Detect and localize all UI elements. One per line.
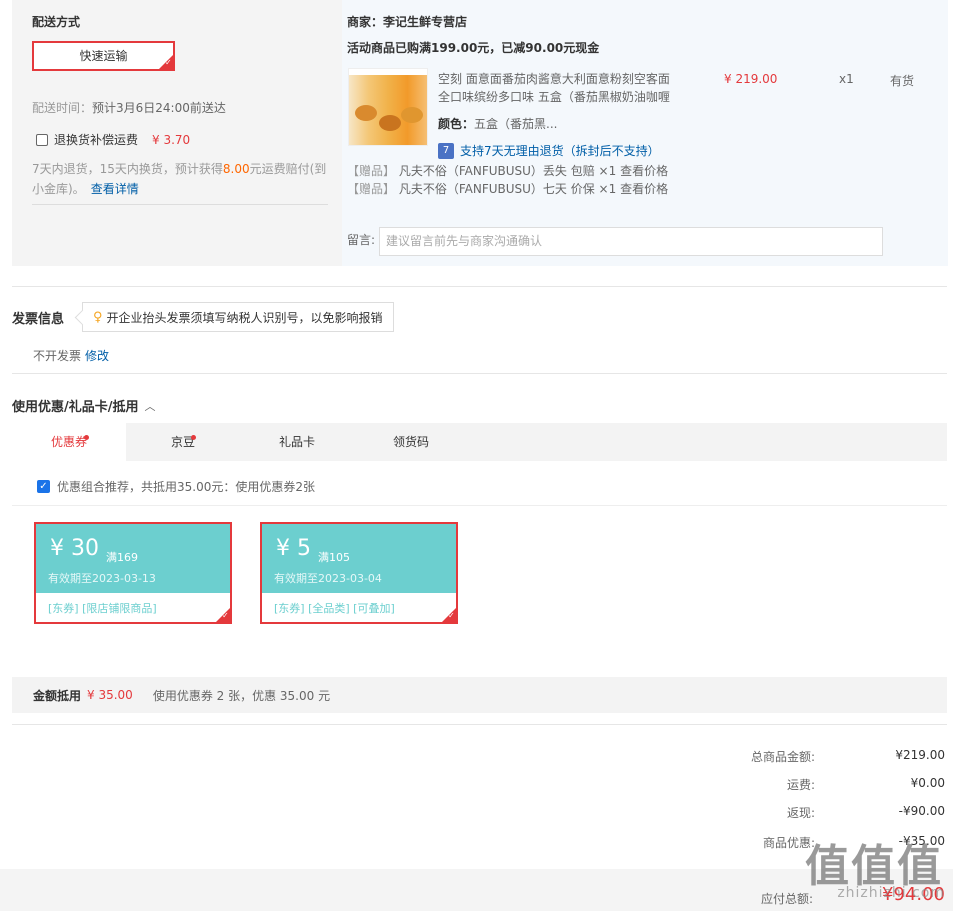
product-color: 颜色：五盒（番茄黑... (438, 115, 557, 132)
coupon-tags: [东券] [限店铺限商品] (48, 602, 157, 615)
delivery-time-value: 预计3月6日24:00前送达 (92, 101, 226, 115)
refund-description: 7天内退货，15天内换货，预计获得8.00元运费赔付(到小金库)。 查看详情 (32, 159, 332, 199)
summary-label: 金额抵用 (33, 688, 82, 703)
selected-check-icon (159, 55, 173, 69)
chevron-up-icon: ︿ (144, 399, 156, 413)
discount-summary: 金额抵用 ¥ 35.00 使用优惠券 2 张，优惠 35.00 元 (12, 677, 947, 713)
merchant-name: 商家：李记生鲜专营店 (347, 15, 468, 29)
total-row: 返现: -¥90.00 (685, 804, 945, 824)
coupon-condition: 满105 (318, 551, 350, 564)
promo-text: 活动商品已购满199.00元，已减90.00元现金 (347, 41, 600, 55)
invoice-title: 发票信息 (12, 312, 65, 327)
refund-amount: 8.00 (222, 162, 250, 176)
coupon-recommend[interactable]: ✓ 优惠组合推荐，共抵用35.00元：使用优惠券2张 (37, 478, 315, 495)
refund-desc-text: 7天内退货，15天内换货，预计获得 (32, 162, 223, 176)
divider (12, 373, 947, 374)
selected-check-icon (442, 608, 456, 622)
shipping-method-panel: 配送方式 快速运输 配送时间：预计3月6日24:00前送达 退换货补偿运费 ¥ … (12, 0, 342, 266)
tab-label: 领货码 (392, 435, 429, 449)
product-quantity: x1 (839, 72, 854, 86)
gift-tag: 【赠品】 (347, 164, 396, 178)
return-policy-text: 支持7天无理由退货（拆封后不支持） (460, 144, 660, 158)
tab-label: 礼品卡 (278, 435, 315, 449)
total-label: 总商品金额: (750, 750, 815, 764)
discount-title: 使用优惠/礼品卡/抵用 (12, 400, 139, 415)
divider (32, 204, 328, 205)
refund-checkbox[interactable] (36, 133, 48, 146)
total-label: 返现: (786, 806, 815, 820)
gift-tag: 【赠品】 (347, 182, 396, 196)
product-stock: 有货 (890, 74, 915, 88)
selected-check-icon (216, 608, 230, 622)
summary-desc: 使用优惠券 2 张，优惠 35.00 元 (152, 688, 331, 703)
gift-text: 凡夫不俗（FANFUBUSU）七天 价保 ×1 (398, 182, 617, 196)
coupon-amount: ¥ 30 (50, 536, 99, 561)
recommend-text: 优惠组合推荐，共抵用35.00元：使用优惠券2张 (57, 480, 315, 494)
discount-section-toggle[interactable]: 使用优惠/礼品卡/抵用 ︿ (12, 396, 156, 416)
tab-redeem-code[interactable]: 领货码 (354, 423, 468, 461)
delivery-time: 配送时间：预计3月6日24:00前送达 (32, 99, 226, 116)
seven-day-return-icon: 7 (438, 142, 454, 159)
color-label: 颜色： (438, 117, 475, 131)
gift-price-link[interactable]: 查看价格 (620, 164, 668, 178)
total-value: ¥0.00 (910, 776, 945, 790)
gift-text: 凡夫不俗（FANFUBUSU）丢失 包赔 ×1 (398, 164, 617, 178)
summary-value: ¥ 35.00 (87, 688, 133, 702)
product-price: ¥ 219.00 (724, 72, 778, 86)
gift-item: 【赠品】 凡夫不俗（FANFUBUSU）七天 价保 ×1 查看价格 (347, 180, 668, 197)
invoice-status: 不开发票 修改 (33, 347, 109, 364)
coupon-amount: ¥ 5 (276, 536, 311, 561)
discount-tabs: 优惠券 京豆 礼品卡 领货码 (12, 423, 947, 461)
delivery-time-label: 配送时间： (32, 101, 93, 115)
invoice-status-text: 不开发票 (33, 349, 82, 363)
product-name[interactable]: 空刻 面意面番茄肉酱意大利面意粉刻空客面全口味缤纷多口味 五盒（番茄黑椒奶油咖喱 (438, 70, 678, 106)
refund-label: 退换货补偿运费 (54, 133, 139, 147)
total-row: 运费: ¥0.00 (685, 776, 945, 796)
coupon-card[interactable]: ¥ 30 满169 有效期至2023-03-13 [东券] [限店铺限商品] (34, 522, 232, 624)
gift-price-link[interactable]: 查看价格 (620, 182, 668, 196)
tab-jingdou[interactable]: 京豆 (126, 423, 240, 461)
message-input[interactable]: 建议留言前先与商家沟通确认 (379, 227, 883, 256)
product-image[interactable] (348, 68, 428, 146)
recommend-checkbox[interactable]: ✓ (37, 480, 50, 493)
lightbulb-icon: ♀ (93, 309, 103, 325)
tab-coupons[interactable]: 优惠券 (12, 423, 126, 461)
gift-item: 【赠品】 凡夫不俗（FANFUBUSU）丢失 包赔 ×1 查看价格 (347, 162, 668, 179)
refund-shipping-option[interactable]: 退换货补偿运费 ¥ 3.70 (36, 131, 190, 148)
message-label: 留言: (347, 233, 376, 247)
shipping-title: 配送方式 (32, 15, 81, 29)
watermark-text: zhizhizhi.com (837, 885, 945, 901)
total-label: 运费: (786, 778, 815, 792)
notification-dot (191, 435, 196, 440)
invoice-tip: ♀ 开企业抬头发票须填写纳税人识别号，以免影响报销 (82, 302, 394, 332)
coupon-tags: [东券] [全品类] [可叠加] (274, 602, 395, 615)
invoice-edit-link[interactable]: 修改 (85, 349, 109, 363)
total-value: ¥219.00 (895, 748, 945, 762)
total-row: 总商品金额: ¥219.00 (685, 748, 945, 768)
divider (12, 724, 947, 725)
refund-price: ¥ 3.70 (152, 132, 191, 147)
coupon-expiry: 有效期至2023-03-04 (274, 572, 382, 585)
coupon-expiry: 有效期至2023-03-13 (48, 572, 156, 585)
coupon-card[interactable]: ¥ 5 满105 有效期至2023-03-04 [东券] [全品类] [可叠加] (260, 522, 458, 624)
color-value: 五盒（番茄黑... (474, 117, 558, 131)
notification-dot (84, 435, 89, 440)
tab-gift-card[interactable]: 礼品卡 (240, 423, 354, 461)
express-shipping-label: 快速运输 (79, 49, 128, 63)
refund-details-link[interactable]: 查看详情 (91, 182, 139, 196)
invoice-tip-text: 开企业抬头发票须填写纳税人识别号，以免影响报销 (106, 310, 383, 325)
divider (12, 286, 947, 287)
tab-label: 优惠券 (50, 435, 87, 449)
express-shipping-option[interactable]: 快速运输 (32, 41, 175, 71)
total-value: -¥90.00 (898, 804, 945, 818)
coupon-condition: 满169 (106, 551, 138, 564)
return-policy: 7 支持7天无理由退货（拆封后不支持） (438, 142, 660, 159)
